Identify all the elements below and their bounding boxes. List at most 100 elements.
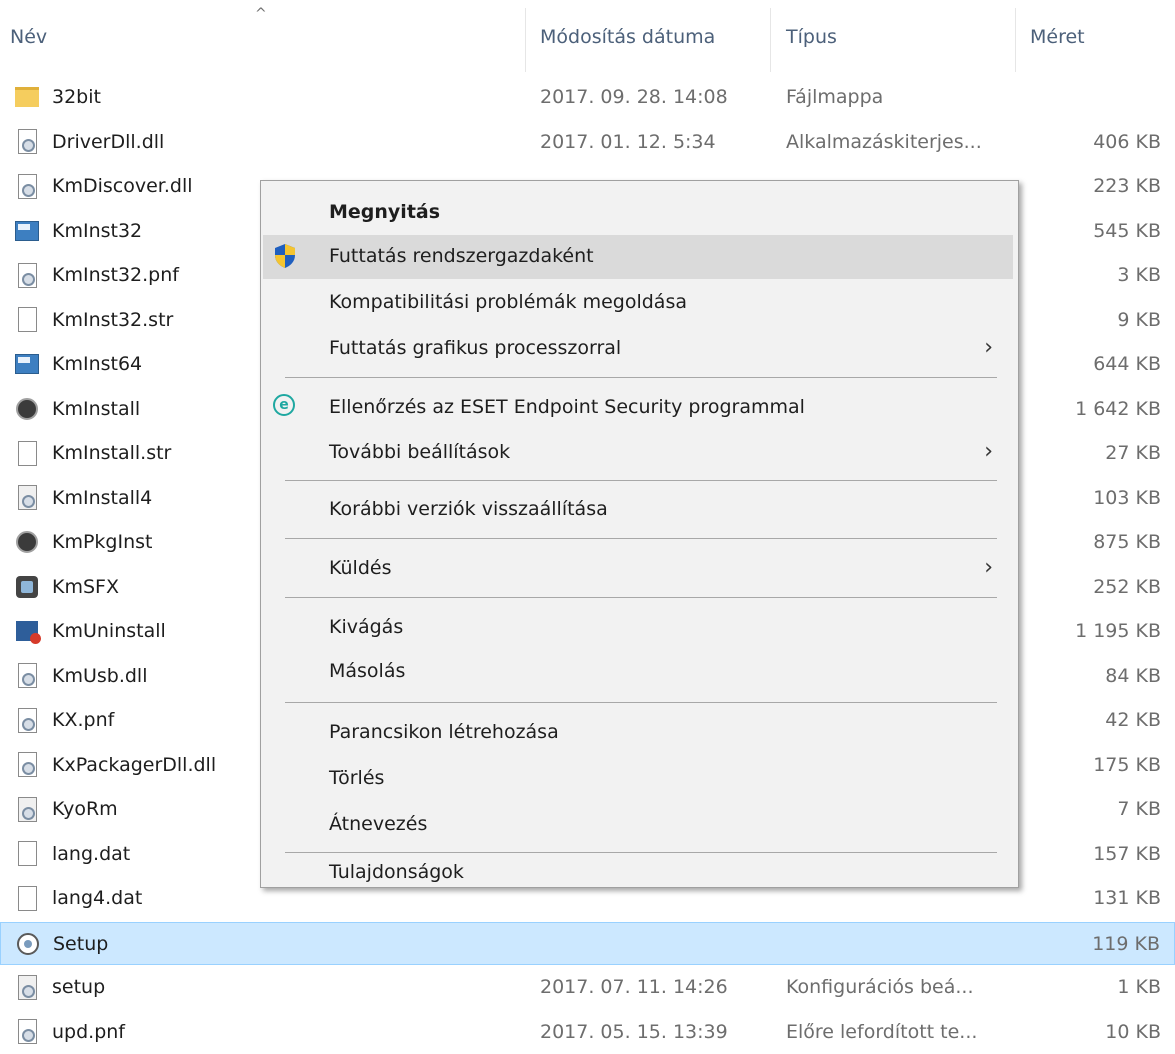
file-name: KmInst64 <box>52 353 143 375</box>
sort-ascending-icon: ^ <box>255 6 267 22</box>
config-file-icon <box>14 974 40 1000</box>
menu-item-create-shortcut[interactable]: Parancsikon létrehozása <box>263 711 1013 755</box>
menu-separator <box>285 377 997 378</box>
file-type: Konfigurációs beá... <box>786 976 974 998</box>
file-size: 406 KB <box>1093 130 1161 153</box>
file-name: KmInstall.str <box>52 442 172 464</box>
menu-item-copy[interactable]: Másolás <box>263 650 1013 694</box>
menu-separator <box>285 480 997 481</box>
column-divider[interactable] <box>770 8 771 72</box>
config-file-icon <box>14 485 40 511</box>
dll-file-icon <box>14 752 40 778</box>
blank-file-icon <box>14 885 40 911</box>
menu-item-label: Kivágás <box>329 616 404 638</box>
file-size: 1 642 KB <box>1075 397 1161 420</box>
file-size: 644 KB <box>1093 353 1161 375</box>
file-name: setup <box>52 976 106 998</box>
file-date: 2017. 09. 28. 14:08 <box>540 86 728 108</box>
file-name: KmInst32 <box>52 219 143 242</box>
app-icon <box>14 218 40 244</box>
menu-item-label: Tulajdonságok <box>329 861 464 883</box>
file-name: KmInst32.pnf <box>52 264 179 286</box>
menu-item-label: További beállítások <box>329 441 511 463</box>
file-size: 1 KB <box>1117 976 1161 998</box>
menu-item-compat-troubleshoot[interactable]: Kompatibilitási problémák megoldása <box>263 281 1013 325</box>
uac-shield-icon <box>273 243 299 269</box>
file-name: 32bit <box>52 86 101 108</box>
menu-item-cut[interactable]: Kivágás <box>263 606 1013 650</box>
menu-item-label: Másolás <box>329 660 406 682</box>
file-name: lang4.dat <box>52 887 143 909</box>
file-name: Setup <box>53 932 109 955</box>
file-size: 103 KB <box>1093 486 1161 509</box>
menu-item-label: Kompatibilitási problémák megoldása <box>329 291 687 313</box>
file-row[interactable]: 32bit 2017. 09. 28. 14:08 Fájlmappa <box>0 76 1175 119</box>
file-size: 7 KB <box>1117 798 1161 820</box>
file-size: 42 KB <box>1105 709 1161 731</box>
file-size: 157 KB <box>1093 842 1161 865</box>
pnf-file-icon <box>14 262 40 288</box>
column-header-type[interactable]: Típus <box>786 26 837 48</box>
dll-file-icon <box>14 663 40 689</box>
menu-item-label: Megnyitás <box>329 201 441 223</box>
column-divider[interactable] <box>1015 8 1016 72</box>
menu-item-open[interactable]: Megnyitás <box>263 191 1013 235</box>
chevron-right-icon: › <box>984 555 993 580</box>
menu-item-label: Futtatás grafikus processzorral <box>329 337 622 359</box>
file-type: Fájlmappa <box>786 86 884 108</box>
column-header-name[interactable]: Név <box>10 26 47 48</box>
file-size: 3 KB <box>1117 264 1161 286</box>
app-icon <box>14 351 40 377</box>
menu-item-send-to[interactable]: Küldés › <box>263 547 1013 591</box>
menu-separator <box>285 702 997 703</box>
menu-item-delete[interactable]: Törlés <box>263 757 1013 801</box>
menu-item-run-with-gpu[interactable]: Futtatás grafikus processzorral › <box>263 327 1013 371</box>
menu-item-label: Ellenőrzés az ESET Endpoint Security pro… <box>329 396 805 418</box>
dll-file-icon <box>14 129 40 155</box>
file-name: KmInst32.str <box>52 308 174 331</box>
config-file-icon <box>14 796 40 822</box>
menu-item-properties[interactable]: Tulajdonságok <box>263 859 1013 885</box>
menu-item-label: Parancsikon létrehozása <box>329 721 559 743</box>
column-divider[interactable] <box>525 8 526 72</box>
column-header-date[interactable]: Módosítás dátuma <box>540 26 715 48</box>
file-size: 131 KB <box>1093 887 1161 909</box>
file-size: 223 KB <box>1093 175 1161 197</box>
sfx-icon <box>14 574 40 600</box>
file-size: 84 KB <box>1105 664 1161 687</box>
file-name: KmUsb.dll <box>52 664 148 687</box>
file-name: KmDiscover.dll <box>52 175 193 197</box>
installer-globe-icon <box>14 396 40 422</box>
file-row[interactable]: setup 2017. 07. 11. 14:26 Konfigurációs be… <box>0 966 1175 1009</box>
column-header-bar: ^ Név Módosítás dátuma Típus Méret <box>0 0 1175 72</box>
file-row[interactable]: upd.pnf 2017. 05. 15. 13:39 Előre lefordít… <box>0 1011 1175 1054</box>
menu-item-label: Átnevezés <box>329 813 428 835</box>
dll-file-icon <box>14 173 40 199</box>
file-name: KmInstall <box>52 397 141 420</box>
column-header-size[interactable]: Méret <box>1030 26 1085 48</box>
menu-item-eset-scan[interactable]: e Ellenőrzés az ESET Endpoint Security p… <box>263 386 1013 430</box>
pnf-file-icon <box>14 707 40 733</box>
chevron-right-icon: › <box>984 439 993 464</box>
file-row[interactable]: DriverDll.dll 2017. 01. 12. 5:34 Alkalmazá… <box>0 121 1175 164</box>
file-size: 1 195 KB <box>1075 620 1161 642</box>
context-menu: Megnyitás Futtatás rendszergazdaként Kom… <box>260 180 1019 888</box>
menu-separator <box>285 597 997 598</box>
installer-globe-icon <box>14 529 40 555</box>
menu-item-restore-versions[interactable]: Korábbi verziók visszaállítása <box>263 488 1013 532</box>
pnf-file-icon <box>14 1019 40 1045</box>
menu-separator <box>285 852 997 853</box>
file-row[interactable]: Setup 119 KB <box>0 921 1175 965</box>
file-date: 2017. 05. 15. 13:39 <box>540 1020 728 1043</box>
file-type: Alkalmazáskiterjes... <box>786 130 982 153</box>
file-name: KmUninstall <box>52 620 166 642</box>
file-date: 2017. 01. 12. 5:34 <box>540 130 716 153</box>
menu-item-label: Küldés <box>329 557 392 579</box>
menu-item-rename[interactable]: Átnevezés <box>263 803 1013 847</box>
menu-item-more-settings[interactable]: További beállítások › <box>263 431 1013 475</box>
file-name: KX.pnf <box>52 709 115 731</box>
file-name: upd.pnf <box>52 1020 125 1043</box>
menu-item-run-as-admin[interactable]: Futtatás rendszergazdaként <box>263 235 1013 279</box>
eset-icon: e <box>273 394 299 420</box>
file-date: 2017. 07. 11. 14:26 <box>540 976 728 998</box>
